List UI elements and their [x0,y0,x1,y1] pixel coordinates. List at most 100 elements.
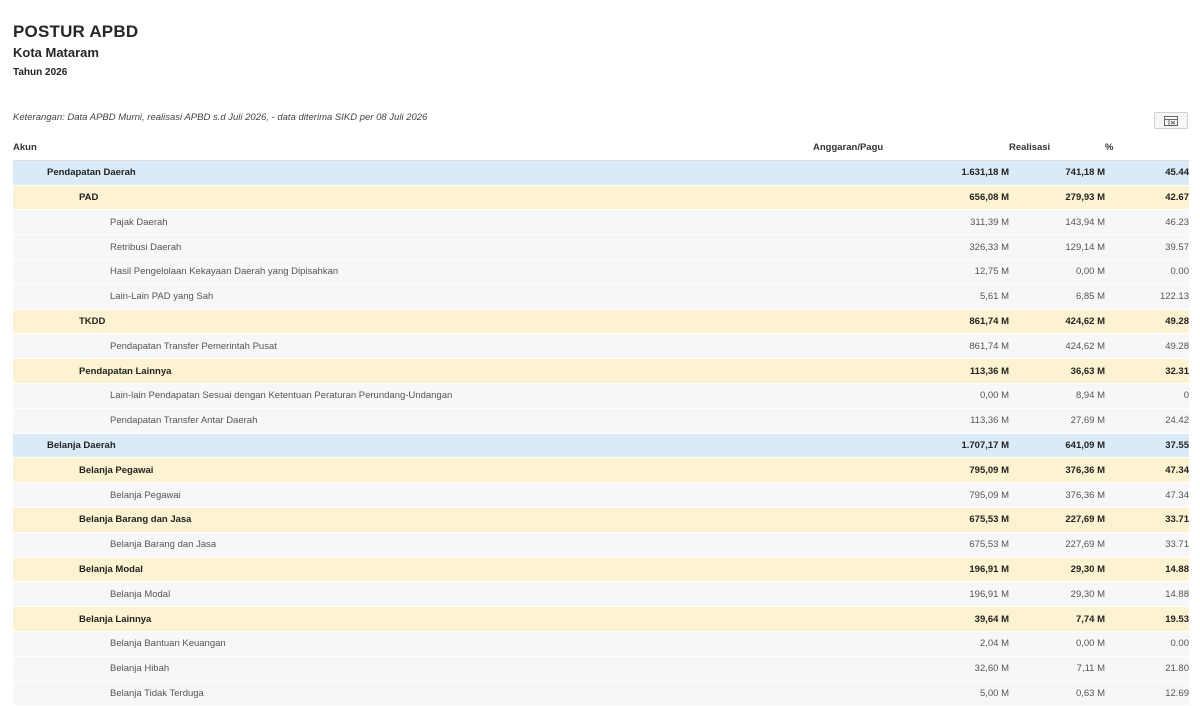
cell-persen: 0 [1105,383,1189,409]
table-row: Lain-lain Pendapatan Sesuai dengan Keten… [13,383,1189,409]
table-header-row: Akun Anggaran/Pagu Realisasi % [13,136,1189,161]
cell-persen: 49.28 [1105,333,1189,360]
cell-realisasi: 129,14 M [1009,234,1105,260]
cell-persen: 0.00 [1105,631,1189,657]
cell-akun: Belanja Lainnya [13,606,813,632]
cell-akun: Belanja Pegawai [13,457,813,484]
cell-persen: 39.57 [1105,234,1189,260]
table-row-subgroup: Belanja Pegawai 795,09 M 376,36 M 47.34 [13,457,1189,484]
apbd-table: Akun Anggaran/Pagu Realisasi % Pendapata… [13,136,1189,706]
cell-realisasi: 29,30 M [1009,581,1105,608]
cell-anggaran: 861,74 M [813,309,1009,335]
table-row-subgroup: TKDD 861,74 M 424,62 M 49.28 [13,309,1189,335]
table-row: Belanja Modal 196,91 M 29,30 M 14.88 [13,581,1189,608]
cell-anggaran: 1.707,17 M [813,433,1009,459]
cell-realisasi: 36,63 M [1009,358,1105,384]
cell-realisasi: 641,09 M [1009,433,1105,459]
cell-akun: Belanja Modal [13,581,813,608]
table-row: Belanja Tidak Terduga 5,00 M 0,63 M 12.69 [13,681,1189,706]
cell-realisasi: 227,69 M [1009,532,1105,558]
cell-akun: Lain-lain Pendapatan Sesuai dengan Keten… [13,383,813,409]
cell-realisasi: 424,62 M [1009,309,1105,335]
cell-akun: Belanja Hibah [13,656,813,682]
cell-akun: Belanja Barang dan Jasa [13,532,813,558]
cell-anggaran: 196,91 M [813,557,1009,583]
cell-persen: 12.69 [1105,681,1189,706]
cell-anggaran: 675,53 M [813,532,1009,558]
cell-persen: 14.88 [1105,557,1189,583]
cell-anggaran: 113,36 M [813,408,1009,434]
export-excel-icon [1164,115,1178,126]
cell-anggaran: 0,00 M [813,383,1009,409]
export-excel-button[interactable] [1154,112,1188,129]
cell-realisasi: 7,11 M [1009,656,1105,682]
cell-realisasi: 741,18 M [1009,160,1105,186]
cell-persen: 47.34 [1105,457,1189,484]
table-body: Pendapatan Daerah 1.631,18 M 741,18 M 45.44… [13,160,1189,706]
cell-persen: 46.23 [1105,209,1189,236]
table-row: Hasil Pengelolaan Kekayaan Daerah yang D… [13,259,1189,285]
cell-akun: Pendapatan Transfer Pemerintah Pusat [13,333,813,360]
cell-anggaran: 39,64 M [813,606,1009,632]
cell-akun: Belanja Barang dan Jasa [13,507,813,533]
cell-realisasi: 7,74 M [1009,606,1105,632]
table-row: Belanja Bantuan Keuangan 2,04 M 0,00 M 0.00 [13,631,1189,657]
cell-anggaran: 196,91 M [813,581,1009,608]
cell-realisasi: 29,30 M [1009,557,1105,583]
cell-akun: Lain-Lain PAD yang Sah [13,284,813,310]
table-row-subgroup: PAD 656,08 M 279,93 M 42.67 [13,185,1189,211]
table-row: Retribusi Daerah 326,33 M 129,14 M 39.57 [13,234,1189,260]
cell-realisasi: 279,93 M [1009,185,1105,211]
cell-persen: 37.55 [1105,433,1189,459]
data-note: Keterangan: Data APBD Murni, realisasi A… [13,112,428,123]
cell-realisasi: 376,36 M [1009,482,1105,508]
cell-anggaran: 5,00 M [813,681,1009,706]
cell-akun: Pendapatan Lainnya [13,358,813,384]
cell-anggaran: 656,08 M [813,185,1009,211]
cell-anggaran: 1.631,18 M [813,160,1009,186]
page-title: POSTUR APBD [13,22,139,41]
column-header-persen[interactable]: % [1105,136,1189,161]
cell-akun: TKDD [13,309,813,335]
cell-persen: 33.71 [1105,507,1189,533]
cell-akun: Pendapatan Transfer Antar Daerah [13,408,813,434]
cell-anggaran: 795,09 M [813,457,1009,484]
cell-realisasi: 424,62 M [1009,333,1105,360]
column-header-anggaran[interactable]: Anggaran/Pagu [813,136,1009,161]
report-year: Tahun 2026 [13,67,68,78]
cell-akun: Belanja Pegawai [13,482,813,508]
table-row: Belanja Hibah 32,60 M 7,11 M 21.80 [13,656,1189,682]
cell-realisasi: 376,36 M [1009,457,1105,484]
table-row: Pendapatan Transfer Pemerintah Pusat 861,… [13,333,1189,360]
cell-akun: Belanja Tidak Terduga [13,681,813,706]
column-header-akun[interactable]: Akun [13,136,813,161]
cell-persen: 47.34 [1105,482,1189,508]
cell-akun: Hasil Pengelolaan Kekayaan Daerah yang D… [13,259,813,285]
cell-persen: 14.88 [1105,581,1189,608]
cell-anggaran: 5,61 M [813,284,1009,310]
cell-anggaran: 861,74 M [813,333,1009,360]
cell-persen: 122.13 [1105,284,1189,310]
cell-anggaran: 12,75 M [813,259,1009,285]
cell-persen: 21.80 [1105,656,1189,682]
cell-realisasi: 0,63 M [1009,681,1105,706]
table-row: Lain-Lain PAD yang Sah 5,61 M 6,85 M 122.13 [13,284,1189,310]
table-row-subgroup: Pendapatan Lainnya 113,36 M 36,63 M 32.31 [13,358,1189,384]
cell-anggaran: 32,60 M [813,656,1009,682]
cell-realisasi: 0,00 M [1009,259,1105,285]
table-row-subgroup: Belanja Modal 196,91 M 29,30 M 14.88 [13,557,1189,583]
cell-persen: 32.31 [1105,358,1189,384]
column-header-realisasi[interactable]: Realisasi [1009,136,1105,161]
cell-akun: Belanja Modal [13,557,813,583]
cell-akun: Belanja Daerah [13,433,813,459]
cell-persen: 0.00 [1105,259,1189,285]
table-row-group: Pendapatan Daerah 1.631,18 M 741,18 M 45.44 [13,160,1189,186]
cell-persen: 42.67 [1105,185,1189,211]
cell-anggaran: 2,04 M [813,631,1009,657]
cell-persen: 19.53 [1105,606,1189,632]
cell-anggaran: 795,09 M [813,482,1009,508]
cell-anggaran: 311,39 M [813,209,1009,236]
cell-anggaran: 675,53 M [813,507,1009,533]
table-row-subgroup: Belanja Barang dan Jasa 675,53 M 227,69 M3… [13,507,1189,533]
page-subtitle: Kota Mataram [13,45,99,60]
